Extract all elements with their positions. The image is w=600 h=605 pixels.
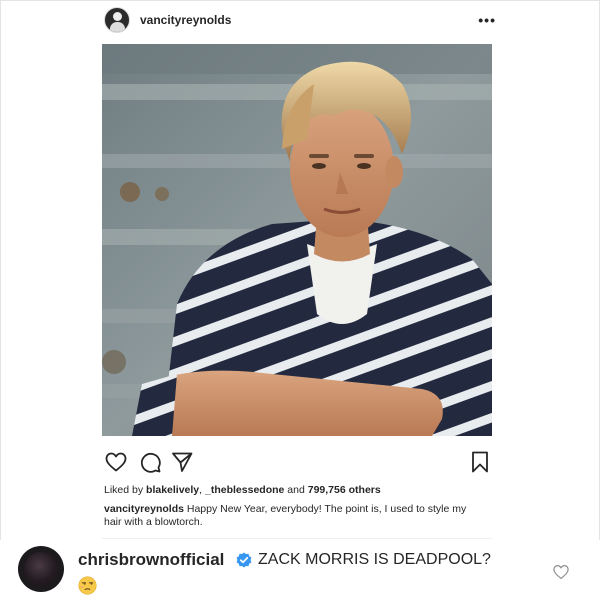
post-caption: vancityreynolds Happy New Year, everybod… [104, 503, 484, 529]
liker-link[interactable]: blakelively [146, 484, 199, 496]
divider [102, 538, 492, 539]
likes-count-link[interactable]: 799,756 others [308, 484, 381, 496]
avatar[interactable] [18, 546, 64, 592]
likes-summary: Liked by blakelively, _theblessedone and… [104, 484, 504, 496]
post-header: vancityreynolds ••• [104, 6, 496, 34]
comment-bubble-icon[interactable] [138, 450, 162, 474]
likes-middle: and [287, 484, 305, 496]
comment-row: chrisbrownofficial ZACK MORRIS IS DEADPO… [0, 540, 600, 605]
post-actions [104, 450, 492, 474]
comment-username[interactable]: chrisbrownofficial [78, 550, 224, 570]
likes-prefix: Liked by [104, 484, 144, 496]
heart-outline-icon[interactable] [104, 450, 128, 474]
post-username[interactable]: vancityreynolds [140, 13, 231, 27]
liker-link[interactable]: _theblessedone [205, 484, 284, 496]
paper-plane-icon[interactable] [170, 450, 194, 474]
post-photo[interactable] [102, 44, 492, 436]
avatar[interactable] [104, 7, 130, 33]
photo-image [102, 44, 492, 436]
unamused-face-icon [78, 576, 97, 595]
bookmark-icon[interactable] [468, 450, 492, 474]
more-options-button[interactable]: ••• [478, 13, 496, 27]
comment-text: ZACK MORRIS IS DEADPOOL? [258, 551, 491, 568]
caption-username[interactable]: vancityreynolds [104, 503, 184, 515]
likes-separator: , [199, 484, 203, 496]
comment-like-heart-icon[interactable] [552, 563, 570, 581]
verified-badge-icon [236, 552, 252, 568]
